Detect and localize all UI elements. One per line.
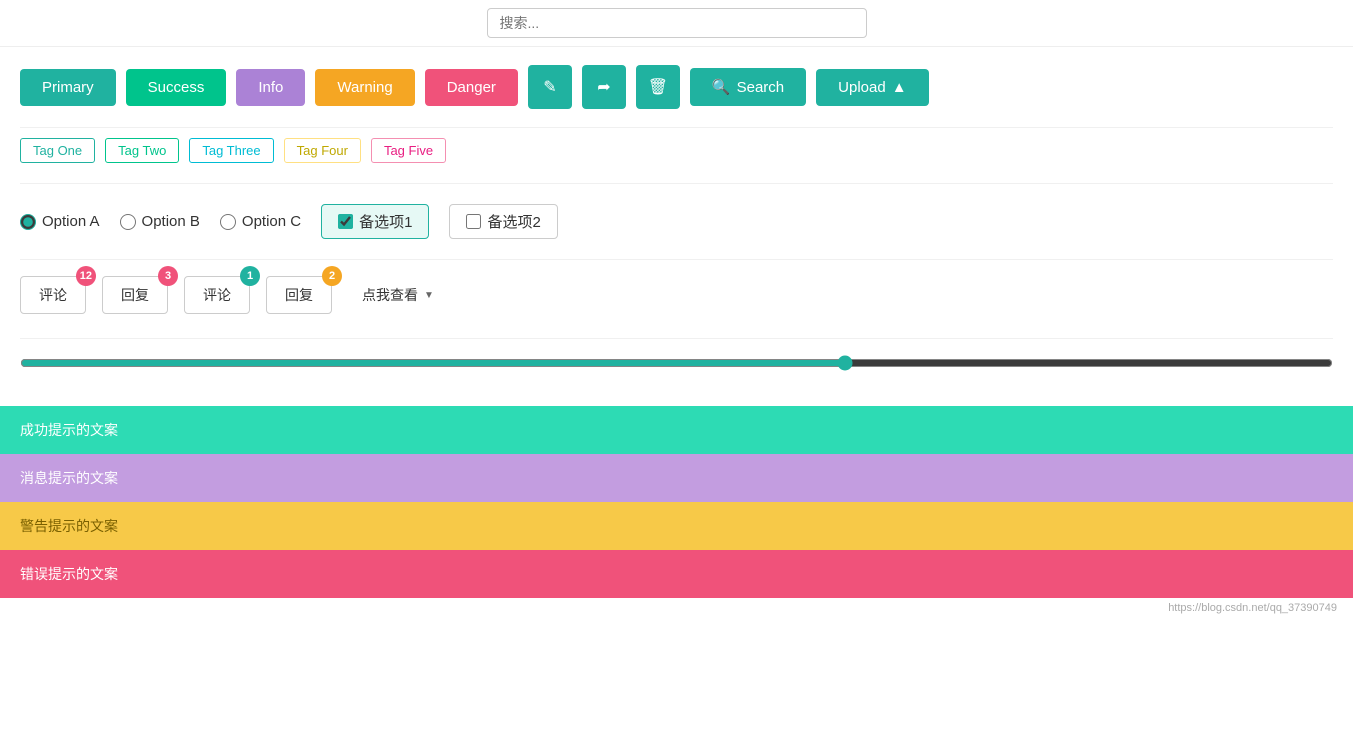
alert-info: 消息提示的文案	[0, 454, 1353, 502]
slider-input[interactable]	[20, 355, 1333, 371]
badge-wrapper-2: 回复 3	[102, 276, 168, 314]
badge-count-1: 12	[76, 266, 96, 286]
radio-option-a[interactable]: Option A	[20, 213, 100, 230]
radio-option-b[interactable]: Option B	[120, 213, 200, 230]
attribution-text: https://blog.csdn.net/qq_37390749	[1168, 602, 1337, 614]
options-section: Option A Option B Option C 备选项1 备选项2	[0, 184, 1353, 259]
radio-option-c[interactable]: Option C	[220, 213, 301, 230]
badge-count-4: 2	[322, 266, 342, 286]
search-button-label: Search	[737, 79, 785, 96]
radio-label-a: Option A	[42, 213, 100, 230]
search-icon: 🔍	[712, 78, 731, 96]
delete-icon: 🗑	[648, 77, 668, 97]
badge-button-2[interactable]: 回复	[102, 276, 168, 314]
share-icon: ➦	[597, 77, 610, 97]
top-search-input[interactable]	[487, 8, 867, 38]
buttons-section: Primary Success Info Warning Danger ✎ ➦ …	[0, 47, 1353, 127]
upload-button[interactable]: Upload ▲	[816, 69, 928, 106]
tags-section: Tag One Tag Two Tag Three Tag Four Tag F…	[0, 128, 1353, 183]
checkbox-label-2: 备选项2	[487, 211, 540, 232]
upload-icon: ▲	[892, 79, 907, 96]
badge-button-4[interactable]: 回复	[266, 276, 332, 314]
tag-four[interactable]: Tag Four	[284, 138, 361, 163]
upload-button-label: Upload	[838, 79, 886, 96]
checkbox-option-2[interactable]: 备选项2	[449, 204, 557, 239]
checkbox-option-1[interactable]: 备选项1	[321, 204, 429, 239]
checkbox-input-1[interactable]	[338, 214, 353, 229]
top-search-area	[0, 0, 1353, 47]
slider-section	[0, 339, 1353, 406]
edit-icon: ✎	[543, 77, 556, 97]
alert-danger: 错误提示的文案	[0, 550, 1353, 598]
badge-button-3[interactable]: 评论	[184, 276, 250, 314]
checkbox-label-1: 备选项1	[359, 211, 412, 232]
radio-input-c[interactable]	[220, 214, 236, 230]
radio-input-a[interactable]	[20, 214, 36, 230]
info-button[interactable]: Info	[236, 69, 305, 106]
tag-three[interactable]: Tag Three	[189, 138, 273, 163]
danger-button[interactable]: Danger	[425, 69, 518, 106]
radio-label-b: Option B	[142, 213, 200, 230]
attribution: https://blog.csdn.net/qq_37390749	[0, 598, 1353, 620]
radio-input-b[interactable]	[120, 214, 136, 230]
badge-count-3: 1	[240, 266, 260, 286]
tag-five[interactable]: Tag Five	[371, 138, 446, 163]
warning-button[interactable]: Warning	[315, 69, 414, 106]
alert-warning: 警告提示的文案	[0, 502, 1353, 550]
badge-wrapper-4: 回复 2	[266, 276, 332, 314]
alert-danger-text: 错误提示的文案	[20, 566, 118, 582]
alerts-section: 成功提示的文案 消息提示的文案 警告提示的文案 错误提示的文案	[0, 406, 1353, 598]
dropdown-arrow-icon: ▼	[424, 290, 434, 301]
alert-success-text: 成功提示的文案	[20, 422, 118, 438]
alert-warning-text: 警告提示的文案	[20, 518, 118, 534]
search-button[interactable]: 🔍 Search	[690, 68, 806, 106]
delete-icon-button[interactable]: 🗑	[636, 65, 680, 109]
edit-icon-button[interactable]: ✎	[528, 65, 572, 109]
radio-label-c: Option C	[242, 213, 301, 230]
primary-button[interactable]: Primary	[20, 69, 116, 106]
dropdown-label: 点我查看	[362, 285, 418, 305]
dropdown-button[interactable]: 点我查看 ▼	[348, 277, 448, 313]
tag-one[interactable]: Tag One	[20, 138, 95, 163]
badge-section: 评论 12 回复 3 评论 1 回复 2 点我查看 ▼	[0, 260, 1353, 338]
badge-wrapper-3: 评论 1	[184, 276, 250, 314]
checkbox-input-2[interactable]	[466, 214, 481, 229]
success-button[interactable]: Success	[126, 69, 227, 106]
badge-button-1[interactable]: 评论	[20, 276, 86, 314]
badge-count-2: 3	[158, 266, 178, 286]
alert-info-text: 消息提示的文案	[20, 470, 118, 486]
share-icon-button[interactable]: ➦	[582, 65, 626, 109]
tag-two[interactable]: Tag Two	[105, 138, 179, 163]
alert-success: 成功提示的文案	[0, 406, 1353, 454]
badge-wrapper-1: 评论 12	[20, 276, 86, 314]
